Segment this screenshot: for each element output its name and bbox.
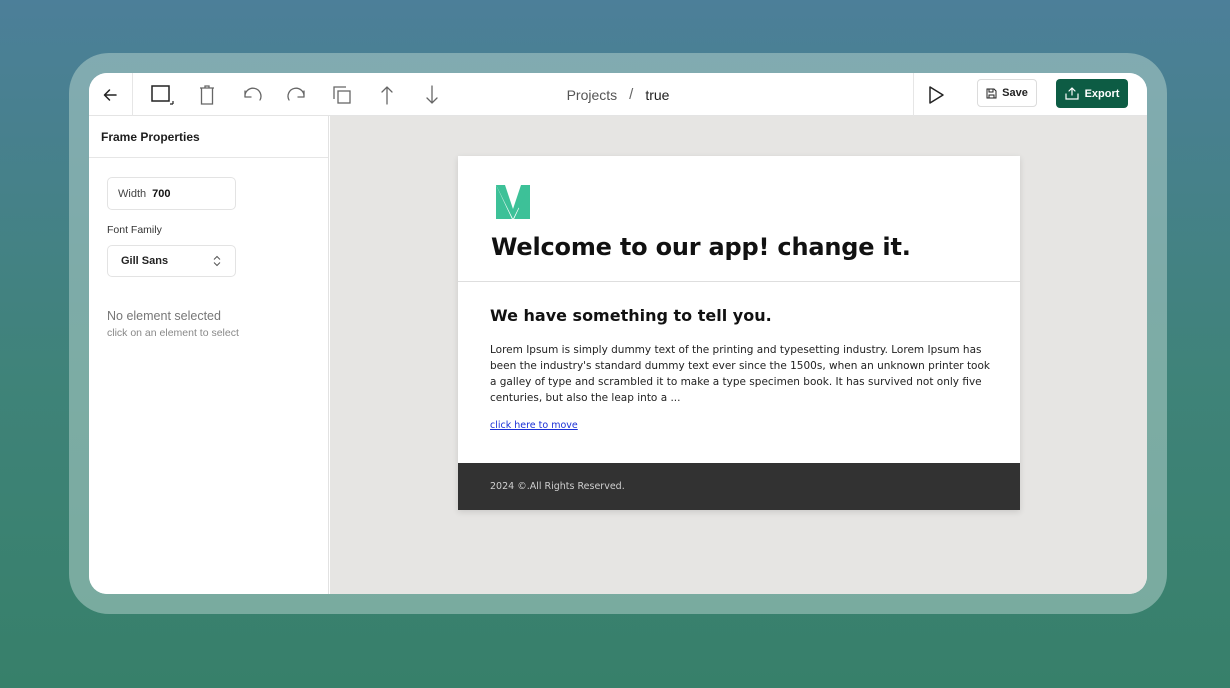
footer-text[interactable]: 2024 ©.All Rights Reserved. bbox=[490, 481, 625, 492]
redo-icon[interactable] bbox=[279, 73, 315, 116]
email-link[interactable]: click here to move bbox=[490, 420, 578, 431]
save-button[interactable]: Save bbox=[977, 79, 1037, 107]
save-label: Save bbox=[1002, 87, 1028, 99]
chevron-up-down-icon bbox=[213, 255, 221, 267]
email-paragraph[interactable]: Lorem Ipsum is simply dummy text of the … bbox=[490, 342, 990, 406]
editor-window: Projects / true Save Export Frame Proper… bbox=[89, 73, 1147, 594]
trash-icon[interactable] bbox=[189, 73, 225, 116]
save-icon bbox=[986, 88, 997, 98]
toolbar: Projects / true Save Export bbox=[89, 73, 1147, 116]
toolbar-divider bbox=[913, 73, 914, 116]
duplicate-icon[interactable] bbox=[324, 73, 360, 116]
arrow-down-icon[interactable] bbox=[414, 73, 450, 116]
font-family-select[interactable]: Gill Sans bbox=[107, 245, 236, 277]
email-title[interactable]: Welcome to our app! change it. bbox=[491, 233, 911, 261]
undo-icon[interactable] bbox=[234, 73, 270, 116]
width-value[interactable]: 700 bbox=[152, 188, 170, 200]
logo-icon[interactable] bbox=[495, 184, 531, 220]
email-header[interactable]: Welcome to our app! change it. bbox=[458, 156, 1020, 282]
sidebar-title: Frame Properties bbox=[89, 116, 328, 158]
export-label: Export bbox=[1084, 87, 1120, 100]
font-family-label: Font Family bbox=[107, 224, 162, 236]
font-family-value: Gill Sans bbox=[121, 255, 169, 267]
design-canvas[interactable]: Welcome to our app! change it. We have s… bbox=[330, 116, 1147, 594]
email-footer[interactable]: 2024 ©.All Rights Reserved. bbox=[458, 463, 1020, 510]
width-label: Width bbox=[118, 187, 147, 200]
email-body[interactable]: We have something to tell you. Lorem Ips… bbox=[490, 306, 990, 432]
export-icon bbox=[1064, 87, 1079, 100]
empty-selection-title: No element selected bbox=[107, 309, 221, 323]
export-button[interactable]: Export bbox=[1056, 79, 1128, 108]
toolbar-divider bbox=[132, 73, 133, 116]
arrow-left-icon[interactable] bbox=[92, 73, 128, 116]
breadcrumb-separator: / bbox=[629, 86, 634, 103]
breadcrumb-root[interactable]: Projects bbox=[567, 87, 618, 103]
breadcrumb-current: true bbox=[645, 86, 670, 103]
width-field[interactable]: Width 700 bbox=[107, 177, 236, 210]
frame-icon[interactable] bbox=[144, 73, 180, 116]
empty-selection-hint: click on an element to select bbox=[107, 327, 239, 339]
email-subtitle[interactable]: We have something to tell you. bbox=[490, 306, 990, 325]
arrow-up-icon[interactable] bbox=[369, 73, 405, 116]
properties-sidebar: Frame Properties Width 700 Font Family G… bbox=[89, 116, 329, 594]
email-frame[interactable]: Welcome to our app! change it. We have s… bbox=[458, 156, 1020, 510]
play-icon[interactable] bbox=[918, 73, 954, 116]
